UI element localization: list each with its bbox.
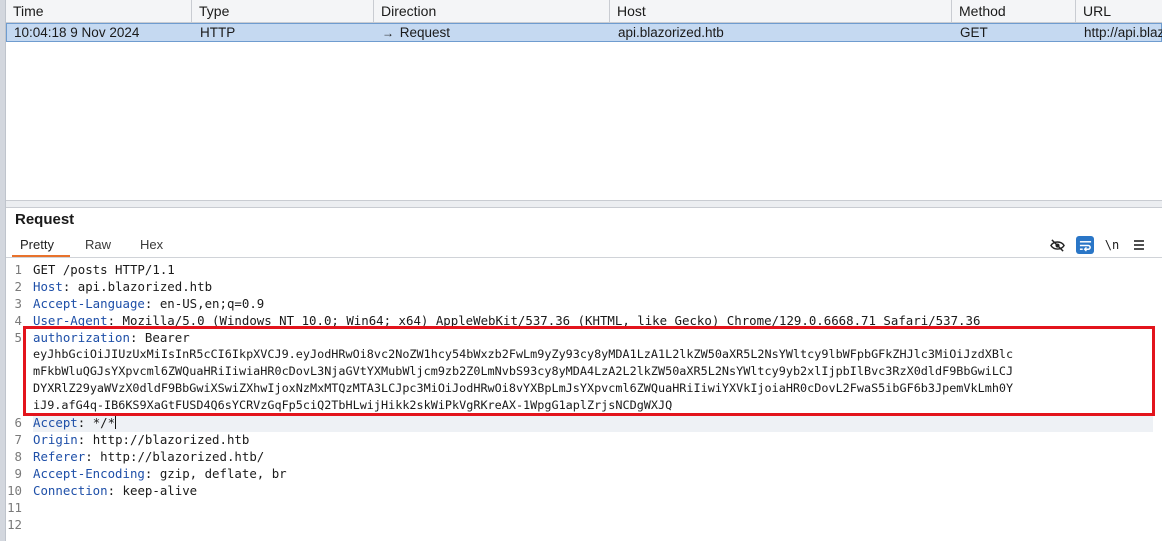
authorization-highlight-box: [23, 326, 1155, 416]
line-number: 2: [14, 279, 22, 294]
header-value: http://blazorized.htb: [92, 432, 250, 447]
text-caret: [115, 415, 117, 429]
header-sep: :: [107, 483, 123, 498]
header-key: Accept-Language: [33, 296, 145, 311]
line-number: 5: [14, 330, 22, 345]
line-number: 11: [7, 500, 22, 515]
header-value: */*: [92, 415, 116, 430]
header-key: Accept: [33, 415, 78, 430]
header-line: Connection: keep-alive: [33, 483, 197, 498]
header-sep: :: [77, 432, 93, 447]
header-line: Accept-Language: en-US,en;q=0.9: [33, 296, 264, 311]
line-number: 1: [14, 262, 22, 277]
header-sep: :: [144, 466, 160, 481]
header-sep: :: [85, 449, 101, 464]
line-number: 4: [14, 313, 22, 328]
header-key: Accept-Encoding: [33, 466, 145, 481]
header-key: Connection: [33, 483, 108, 498]
request-editor[interactable]: 1 2 3 4 5 6 7 8 9 10 11 12 GET /posts HT…: [6, 0, 1162, 541]
header-line: Host: api.blazorized.htb: [33, 279, 212, 294]
header-key: Referer: [33, 449, 86, 464]
current-line-highlight: [33, 416, 1153, 432]
header-value: api.blazorized.htb: [77, 279, 213, 294]
header-line: Accept: */*: [33, 415, 117, 430]
header-line: Origin: http://blazorized.htb: [33, 432, 249, 447]
header-key: Host: [33, 279, 63, 294]
line-number: 7: [14, 432, 22, 447]
line-number: 3: [14, 296, 22, 311]
header-sep: :: [77, 415, 93, 430]
line-number: 8: [14, 449, 22, 464]
header-line: Accept-Encoding: gzip, deflate, br: [33, 466, 287, 481]
line-number: 6: [14, 415, 22, 430]
header-value: http://blazorized.htb/: [100, 449, 265, 464]
line-number: 9: [14, 466, 22, 481]
header-value: keep-alive: [122, 483, 198, 498]
line-number: 12: [7, 517, 22, 532]
header-line: Referer: http://blazorized.htb/: [33, 449, 264, 464]
line-number: 10: [7, 483, 22, 498]
request-line: GET /posts HTTP/1.1: [33, 262, 175, 277]
header-key: Origin: [33, 432, 78, 447]
header-value: gzip, deflate, br: [159, 466, 287, 481]
header-sep: :: [144, 296, 160, 311]
header-sep: :: [62, 279, 78, 294]
header-value: en-US,en;q=0.9: [159, 296, 265, 311]
